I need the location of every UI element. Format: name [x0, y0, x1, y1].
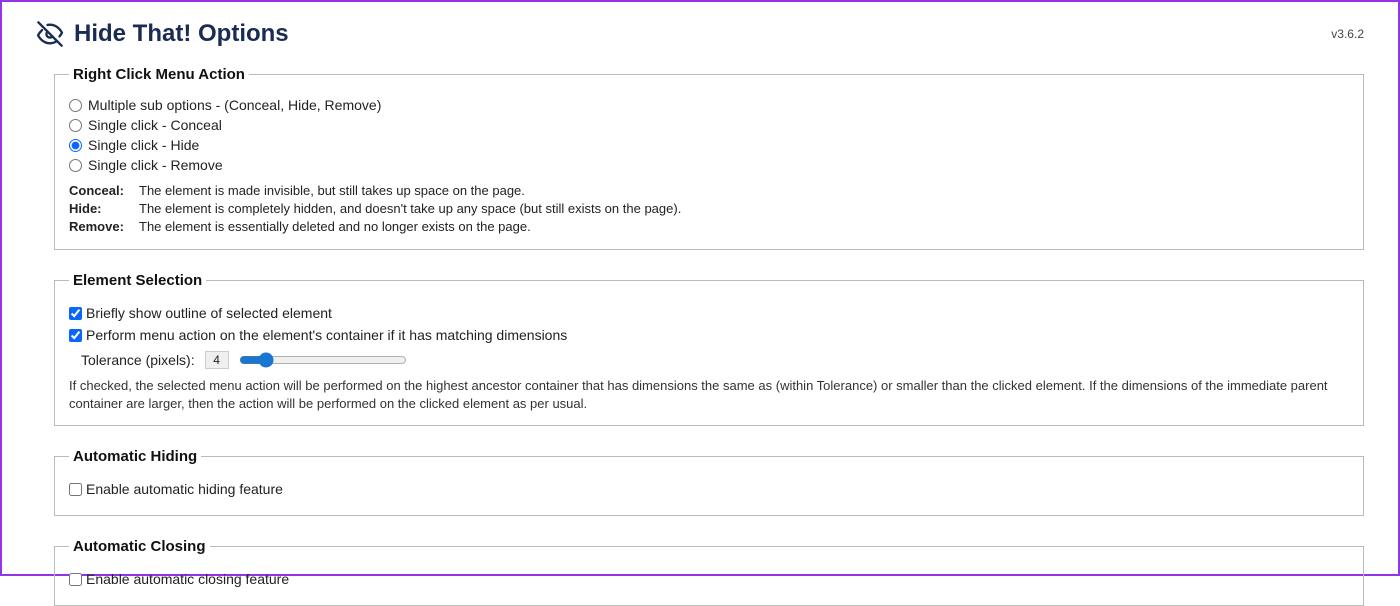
radio-single-conceal[interactable]: [69, 119, 82, 132]
checkbox-enable-auto-hiding[interactable]: [69, 483, 82, 496]
def-row-remove: Remove: The element is essentially delet…: [69, 219, 1349, 234]
radio-single-conceal-label[interactable]: Single click - Conceal: [88, 117, 222, 133]
title-wrap: Hide That! Options: [36, 20, 289, 48]
automatic-hiding-fieldset: Automatic Hiding Enable automatic hiding…: [54, 448, 1364, 516]
def-row-conceal: Conceal: The element is made invisible, …: [69, 183, 1349, 198]
def-desc-remove: The element is essentially deleted and n…: [139, 219, 531, 234]
version-label: v3.6.2: [1331, 27, 1364, 41]
def-term-hide: Hide:: [69, 201, 133, 216]
def-term-conceal: Conceal:: [69, 183, 133, 198]
right-click-menu-legend: Right Click Menu Action: [69, 66, 249, 83]
def-desc-conceal: The element is made invisible, but still…: [139, 183, 525, 198]
right-click-menu-fieldset: Right Click Menu Action Multiple sub opt…: [54, 66, 1364, 250]
checkbox-enable-auto-hiding-label[interactable]: Enable automatic hiding feature: [86, 481, 283, 497]
checkbox-show-outline-label[interactable]: Briefly show outline of selected element: [86, 305, 332, 321]
definitions: Conceal: The element is made invisible, …: [69, 183, 1349, 234]
radio-single-remove-label[interactable]: Single click - Remove: [88, 157, 223, 173]
def-row-hide: Hide: The element is completely hidden, …: [69, 201, 1349, 216]
automatic-closing-fieldset: Automatic Closing Enable automatic closi…: [54, 538, 1364, 606]
tolerance-label: Tolerance (pixels):: [81, 352, 195, 368]
page-title: Hide That! Options: [74, 20, 289, 48]
element-selection-help: If checked, the selected menu action wil…: [69, 377, 1349, 413]
radio-multi-sub-options[interactable]: [69, 99, 82, 112]
checkbox-container-action[interactable]: [69, 329, 82, 342]
tolerance-slider[interactable]: [239, 352, 407, 368]
automatic-hiding-legend: Automatic Hiding: [69, 448, 201, 465]
def-term-remove: Remove:: [69, 219, 133, 234]
header: Hide That! Options v3.6.2: [36, 20, 1364, 48]
eye-off-icon: [36, 20, 64, 48]
checkbox-enable-auto-closing-label[interactable]: Enable automatic closing feature: [86, 571, 289, 587]
def-desc-hide: The element is completely hidden, and do…: [139, 201, 681, 216]
element-selection-fieldset: Element Selection Briefly show outline o…: [54, 272, 1364, 426]
checkbox-show-outline[interactable]: [69, 307, 82, 320]
checkbox-enable-auto-closing[interactable]: [69, 573, 82, 586]
checkbox-container-action-label[interactable]: Perform menu action on the element's con…: [86, 327, 567, 343]
radio-single-hide[interactable]: [69, 139, 82, 152]
tolerance-value: 4: [205, 351, 229, 369]
element-selection-legend: Element Selection: [69, 272, 206, 289]
tolerance-row: Tolerance (pixels): 4: [81, 351, 1349, 369]
radio-multi-sub-options-label[interactable]: Multiple sub options - (Conceal, Hide, R…: [88, 97, 381, 113]
radio-single-remove[interactable]: [69, 159, 82, 172]
radio-single-hide-label[interactable]: Single click - Hide: [88, 137, 199, 153]
automatic-closing-legend: Automatic Closing: [69, 538, 210, 555]
